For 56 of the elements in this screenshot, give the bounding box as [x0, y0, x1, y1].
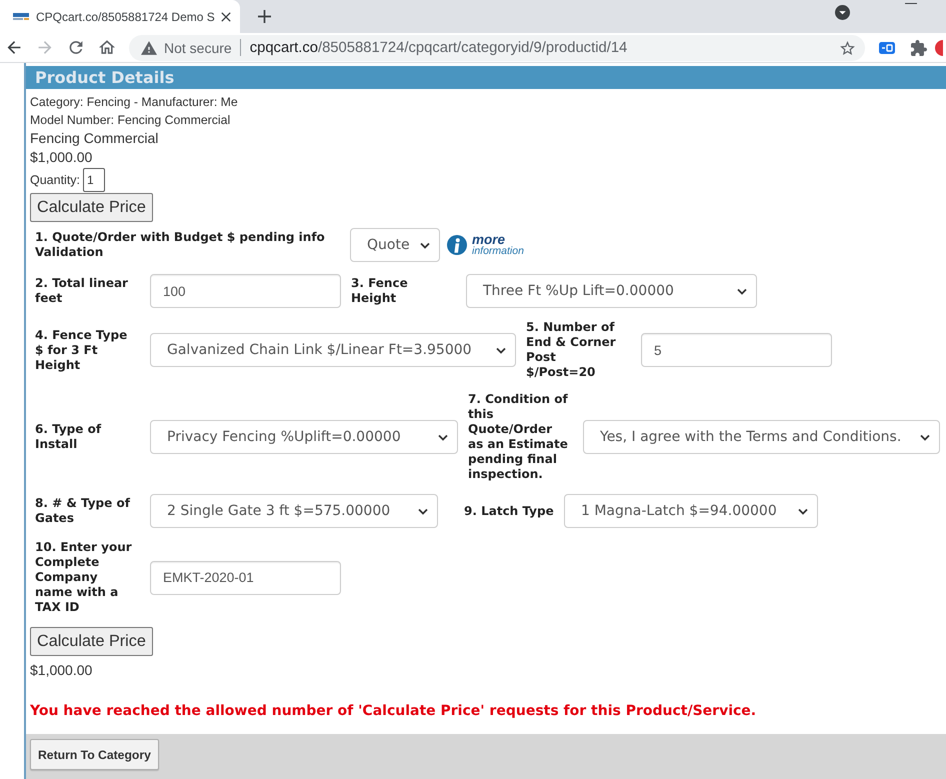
- more-information-link[interactable]: more information: [447, 234, 524, 256]
- quantity-field[interactable]: 1: [83, 168, 106, 192]
- field-label: 1. Quote/Order with Budget $ pending info Validation: [35, 230, 326, 260]
- chevron-icon: [496, 346, 506, 354]
- field-label: 2. Total linear feet: [35, 276, 129, 306]
- field-label: 10. Enter your Complete Company name with a TAX ID: [35, 540, 133, 615]
- dropdown[interactable]: 1 Magna-Latch $=94.00000: [564, 494, 818, 528]
- calculate-price-button[interactable]: Calculate Price: [30, 627, 153, 656]
- text-field[interactable]: 100: [150, 274, 341, 308]
- text-field[interactable]: EMKT-2020-01: [150, 560, 341, 594]
- puzzle-icon[interactable]: [911, 40, 927, 56]
- back-arrow-icon[interactable]: [6, 40, 22, 55]
- chevron-icon: [920, 434, 930, 440]
- warning-icon[interactable]: [141, 40, 157, 54]
- extension-icon[interactable]: [879, 42, 895, 54]
- field-label: 8. # & Type of Gates: [35, 496, 132, 526]
- dropdown-icon[interactable]: [835, 5, 850, 20]
- home-icon[interactable]: [99, 40, 115, 55]
- field-label: 6. Type of Install: [35, 422, 102, 452]
- limit-warning-message: You have reached the allowed number of 'Calculate Price' requests for this Product/Service.: [30, 702, 756, 721]
- dropdown[interactable]: Privacy Fencing %Uplift=0.00000: [150, 420, 458, 454]
- calculate-price-button[interactable]: Calculate Price: [30, 193, 153, 222]
- category-text: Category: Fencing - Manufacturer: Me: [30, 94, 238, 111]
- dropdown[interactable]: 2 Single Gate 3 ft $=575.00000: [150, 494, 438, 528]
- dropdown[interactable]: Quote: [350, 228, 440, 262]
- text-field[interactable]: 5: [641, 333, 832, 367]
- reload-icon[interactable]: [68, 40, 84, 55]
- browser-tab[interactable]: CPQcart.co/8505881724 Demo S: [0, 0, 240, 33]
- product-price: $1,000.00: [30, 148, 92, 167]
- field-label: 7. Condition of this Quote/Order as an Estimate pending final inspection.: [468, 392, 569, 482]
- dropdown[interactable]: Three Ft %Up Lift=0.00000: [466, 274, 757, 308]
- chevron-icon: [420, 242, 430, 248]
- field-label: 3. Fence Height: [351, 276, 409, 306]
- info-icon: [447, 235, 467, 255]
- profile-icon[interactable]: [935, 40, 943, 56]
- chevron-icon: [798, 508, 808, 514]
- close-icon[interactable]: [221, 12, 231, 22]
- site-logo-icon: [13, 12, 29, 21]
- total-price: $1,000.00: [30, 661, 92, 679]
- minimize-icon[interactable]: [905, 3, 917, 4]
- new-tab-icon[interactable]: [258, 10, 271, 23]
- section-header: Product Details: [26, 66, 946, 89]
- bookmark-star-icon[interactable]: [840, 40, 855, 54]
- chevron-icon: [418, 508, 428, 514]
- chevron-icon: [737, 288, 747, 294]
- field-label: 4. Fence Type $ for 3 Ft Height: [35, 328, 128, 372]
- return-to-category-button[interactable]: Return To Category: [30, 739, 159, 770]
- address-bar[interactable]: Not secure cpqcart.co/8505881724/cpqcart/categoryid/9/productid/14: [129, 34, 865, 60]
- dropdown[interactable]: Galvanized Chain Link $/Linear Ft=3.95000: [150, 333, 516, 367]
- quantity-label: Quantity:: [30, 172, 80, 186]
- field-label: 9. Latch Type: [464, 504, 555, 518]
- field-label: 5. Number of End & Corner Post $/Post=20: [526, 320, 617, 380]
- dropdown[interactable]: Yes, I agree with the Terms and Conditions.: [583, 420, 940, 454]
- chevron-icon: [438, 434, 448, 440]
- model-number-text: Model Number: Fencing Commercial: [30, 112, 230, 129]
- product-name: Fencing Commercial: [30, 129, 158, 148]
